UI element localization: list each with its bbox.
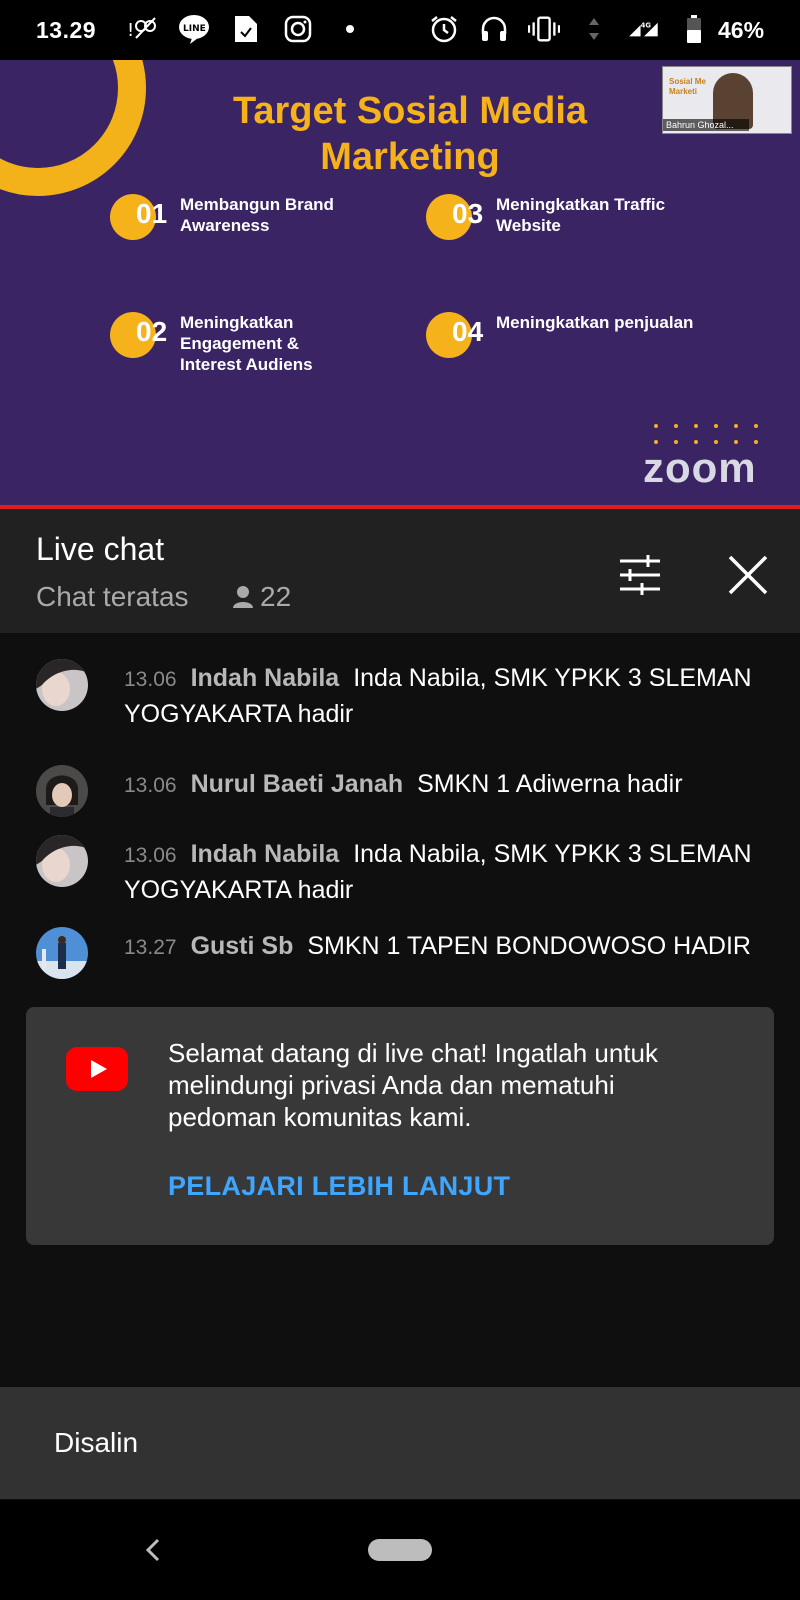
file-icon	[230, 13, 262, 45]
number-bubble: 01	[110, 194, 167, 240]
network-type: 4G	[641, 21, 652, 29]
message-author[interactable]: Indah Nabila	[191, 664, 340, 692]
close-icon	[728, 555, 768, 595]
filter-button[interactable]	[614, 549, 666, 601]
status-time: 13.29	[36, 17, 97, 43]
chat-message-list[interactable]: 13.06 Indah Nabila Inda Nabila, SMK YPKK 3…	[0, 633, 800, 1003]
line-icon: LINE	[178, 13, 210, 45]
instagram-icon	[282, 13, 314, 45]
avatar[interactable]	[36, 659, 88, 711]
toast: Disalin	[0, 1387, 800, 1499]
avatar[interactable]	[36, 835, 88, 887]
sliders-icon	[620, 555, 660, 595]
svg-text:LINE: LINE	[183, 24, 206, 34]
vibrate-icon	[528, 13, 560, 45]
viewer-count-value: 22	[260, 581, 292, 612]
learn-more-link[interactable]: PELAJARI LEBIH LANJUT	[168, 1171, 510, 1202]
alarm-icon	[428, 13, 460, 45]
data-arrows-icon	[578, 13, 610, 45]
close-button[interactable]	[722, 549, 774, 601]
dot-icon	[334, 13, 366, 45]
decorative-ring	[0, 60, 146, 196]
number-bubble: 04	[426, 312, 483, 358]
target-item-01: 01 Membangun Brand Awareness	[110, 194, 334, 240]
speaker-name: Bahrun Ghozal...	[663, 119, 749, 131]
message-text: 13.06 Nurul Baeti Janah SMKN 1 Adiwerna ha…	[124, 767, 774, 803]
back-icon[interactable]	[138, 1530, 168, 1570]
message-text: 13.06 Indah Nabila Inda Nabila, SMK YPKK 3…	[124, 837, 774, 908]
message-text: 13.27 Gusti Sb SMKN 1 TAPEN BONDOWOSO HADI…	[124, 929, 774, 965]
avatar[interactable]	[36, 765, 88, 817]
live-chat-header: Live chat Chat teratas 22	[0, 509, 800, 633]
home-button[interactable]	[368, 1539, 432, 1561]
signal-icon: 4G	[628, 13, 660, 45]
number-bubble: 02	[110, 312, 167, 358]
svg-text:!: !	[127, 20, 134, 41]
chat-mode-selector[interactable]: Chat teratas	[36, 581, 189, 613]
speaker-thumbnail: Sosial Me Marketi Bahrun Ghozal...	[662, 66, 792, 134]
target-item-04: 04 Meningkatkan penjualan	[426, 312, 693, 358]
target-label: Meningkatkan Traffic Website	[496, 195, 666, 235]
target-label: Membangun Brand Awareness	[180, 195, 334, 235]
navigation-bar	[0, 1500, 800, 1600]
message-author[interactable]: Gusti Sb	[191, 932, 294, 960]
message-author[interactable]: Nurul Baeti Janah	[191, 770, 404, 798]
battery-percent: 46%	[718, 17, 765, 43]
avatar[interactable]	[36, 927, 88, 979]
youtube-icon	[66, 1047, 128, 1091]
notification-icon: !	[126, 13, 158, 45]
toast-text: Disalin	[54, 1427, 139, 1458]
message-time: 13.06	[124, 668, 177, 691]
welcome-message: Selamat datang di live chat! Ingatlah un…	[168, 1038, 658, 1132]
target-item-02: 02 Meningkatkan Engagement & Interest Au…	[110, 312, 313, 375]
message-author[interactable]: Indah Nabila	[191, 840, 340, 868]
number-bubble: 03	[426, 194, 483, 240]
target-label: Meningkatkan penjualan	[496, 313, 694, 332]
viewer-count: 22	[232, 581, 291, 613]
message-body: SMKN 1 Adiwerna hadir	[417, 770, 683, 798]
live-chat-title: Live chat	[36, 531, 165, 567]
target-label: Meningkatkan Engagement & Interest Audie…	[180, 313, 313, 374]
pip-slide-text: Sosial Me Marketi	[669, 77, 706, 96]
zoom-dots	[654, 424, 758, 444]
message-time: 13.06	[124, 774, 177, 797]
video-player[interactable]: Target Sosial Media Marketing 01 Membang…	[0, 60, 800, 506]
slide-title: Target Sosial Media Marketing	[232, 90, 588, 178]
message-text: 13.06 Indah Nabila Inda Nabila, SMK YPKK 3…	[124, 661, 774, 732]
message-time: 13.27	[124, 936, 177, 959]
notification-icons: ! LINE	[126, 13, 366, 45]
person-icon	[233, 586, 253, 608]
message-body: SMKN 1 TAPEN BONDOWOSO HADIR	[307, 932, 751, 960]
zoom-logo: zoom	[643, 444, 757, 491]
message-time: 13.06	[124, 844, 177, 867]
target-item-03: 03 Meningkatkan Traffic Website	[426, 194, 665, 240]
welcome-card: Selamat datang di live chat! Ingatlah un…	[26, 1007, 774, 1245]
system-icons: 4G	[428, 13, 710, 45]
battery-icon	[678, 13, 710, 45]
headset-icon	[478, 13, 510, 45]
status-bar: 13.29 ! LINE 4G 46%	[0, 0, 800, 60]
